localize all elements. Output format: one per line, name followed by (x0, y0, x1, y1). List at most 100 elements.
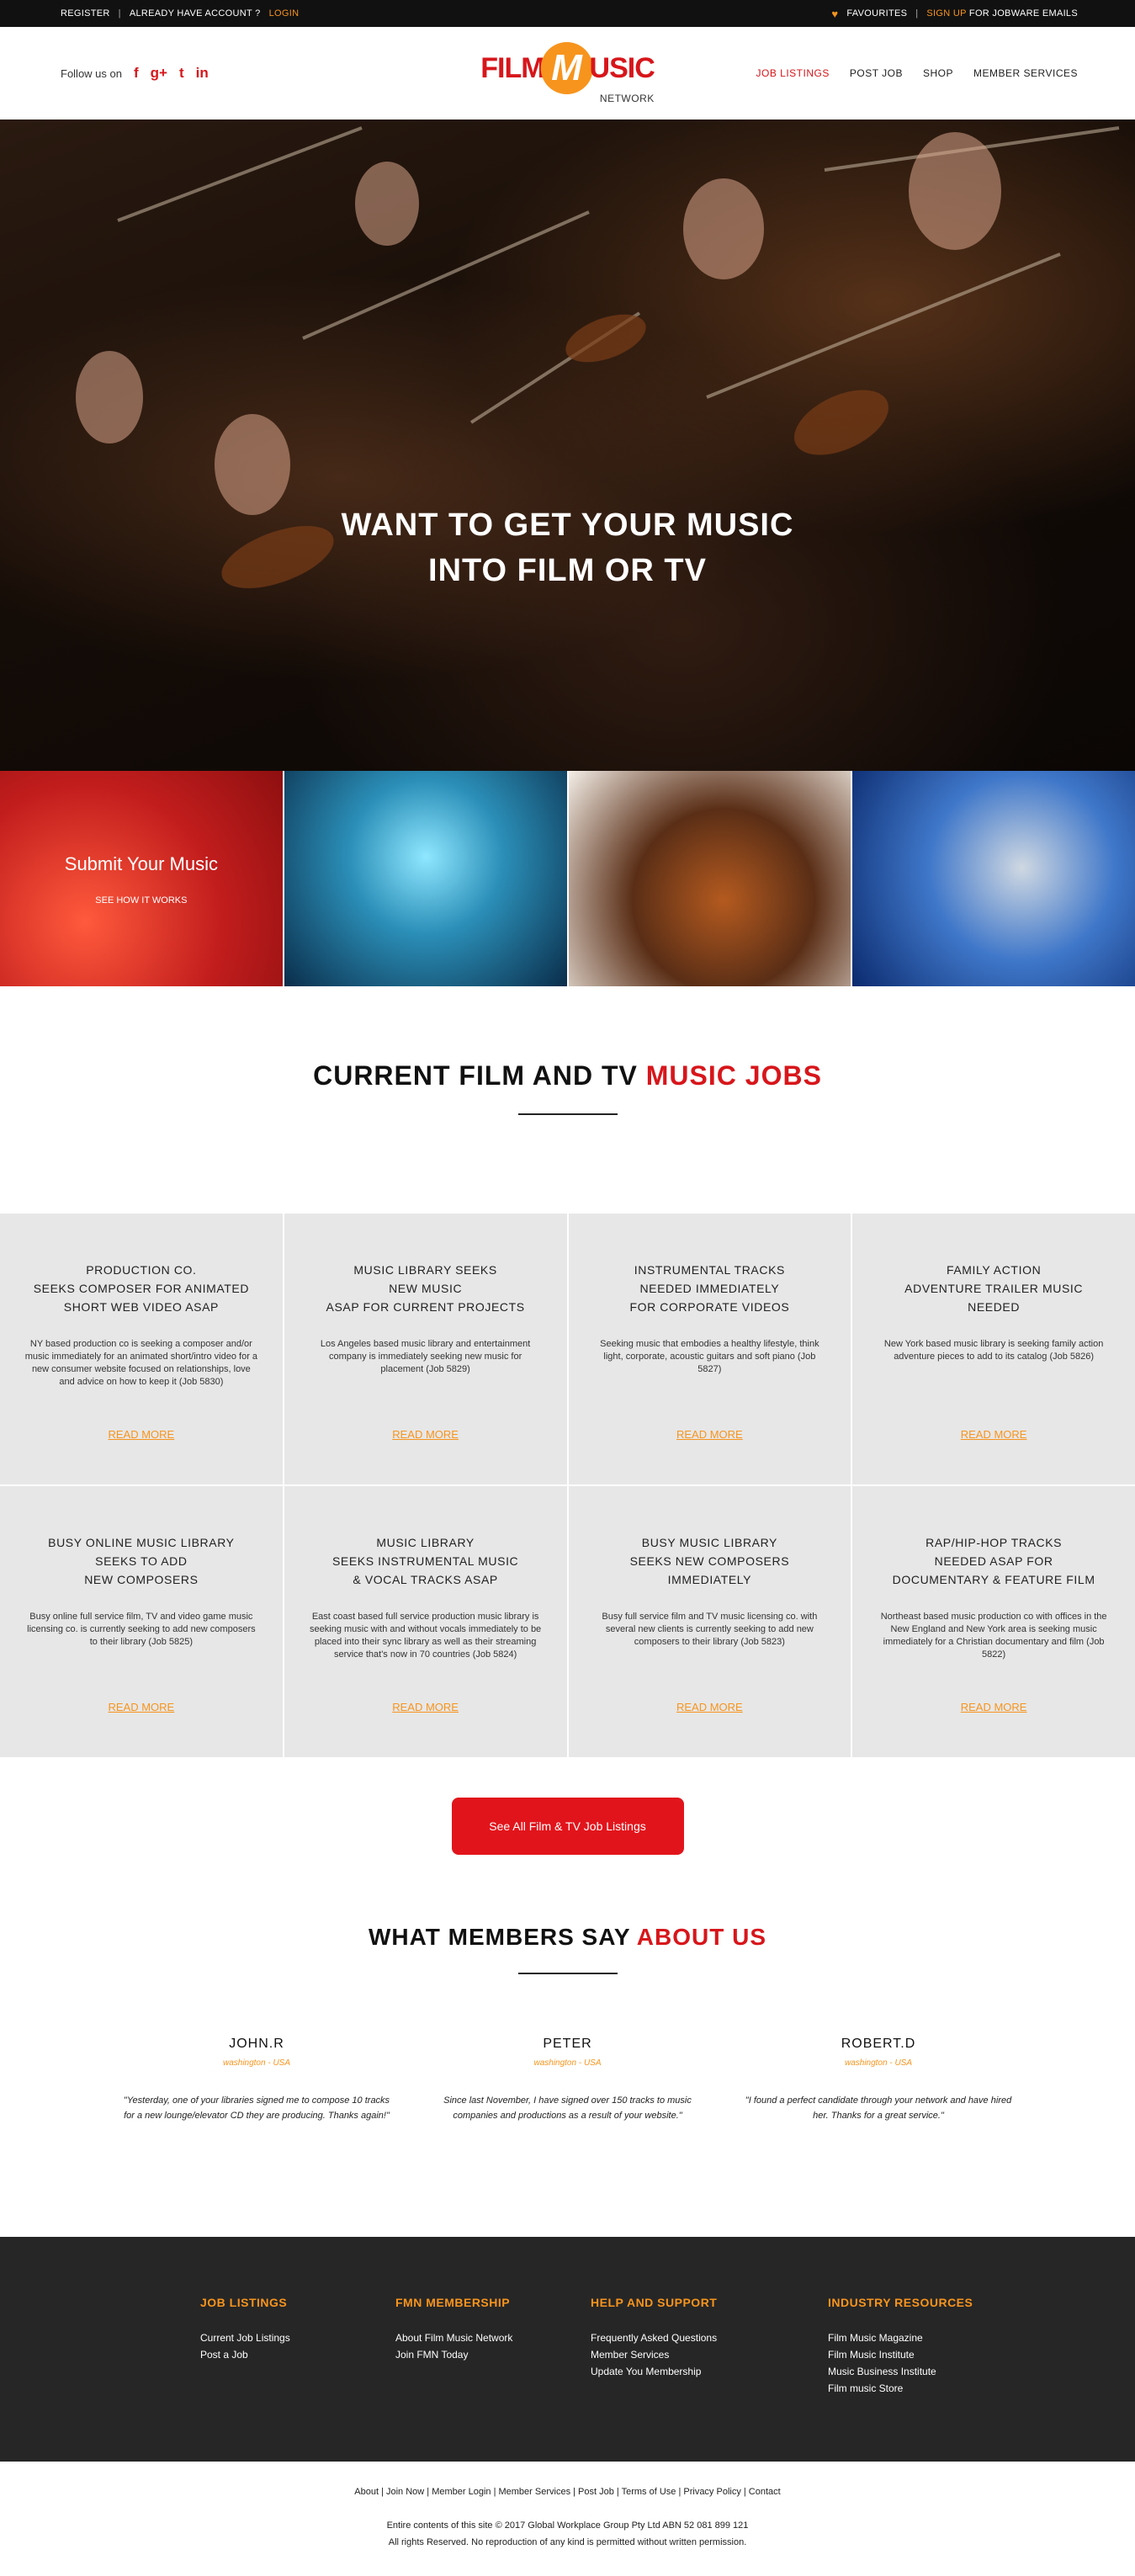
violin-image-tile (568, 771, 853, 986)
hero-banner: WANT TO GET YOUR MUSIC INTO FILM OR TV (0, 120, 1135, 771)
read-more-link[interactable]: READ MORE (569, 1701, 851, 1713)
favourites-link[interactable]: FAVOURITES (846, 8, 907, 19)
jobs-title-a: CURRENT FILM AND TV (313, 1060, 638, 1091)
job-title: BUSY MUSIC LIBRARY SEEKS NEW COMPOSERS I… (629, 1536, 790, 1586)
job-title: MUSIC LIBRARY SEEKS NEW MUSIC ASAP FOR C… (326, 1263, 525, 1314)
top-bar: REGISTER | ALREADY HAVE ACCOUNT ? LOGIN … (0, 0, 1135, 27)
job-card: BUSY ONLINE MUSIC LIBRARY SEEKS TO ADD N… (0, 1486, 283, 1757)
testimonial-location: washington - USA (844, 2058, 913, 2068)
twitter-icon[interactable]: t (179, 65, 184, 82)
heart-icon: ♥ (831, 7, 839, 20)
jobs-title-b: MUSIC JOBS (645, 1060, 822, 1091)
divider: | (915, 8, 919, 19)
bottom-bar: About | Join Now | Member Login | Member… (0, 2462, 1135, 2576)
read-more-link[interactable]: READ MORE (284, 1428, 567, 1441)
job-title: BUSY ONLINE MUSIC LIBRARY SEEKS TO ADD N… (48, 1536, 235, 1586)
jobs-heading: CURRENT FILM AND TV MUSIC JOBS (0, 986, 1135, 1214)
testimonial-name: JOHN.R (229, 2037, 284, 2051)
footer-link[interactable]: Join FMN Today (395, 2346, 591, 2363)
testimonial-name: PETER (543, 2037, 592, 2051)
footer-column-membership: FMN MEMBERSHIP About Film Music Network … (395, 2296, 591, 2462)
violinists-illustration (76, 126, 1120, 588)
footer-link[interactable]: About Film Music Network (395, 2329, 591, 2346)
job-description: Busy online full service film, TV and vi… (27, 1612, 256, 1647)
footer-heading: FMN MEMBERSHIP (395, 2296, 511, 2309)
read-more-link[interactable]: READ MORE (852, 1428, 1135, 1441)
site-header: Follow us on f g+ t in FILM M USIC NETWO… (0, 27, 1135, 120)
see-how-it-works-link[interactable]: SEE HOW IT WORKS (0, 895, 283, 906)
footer-link[interactable]: Member Services (591, 2346, 828, 2363)
nav-post-job[interactable]: POST JOB (850, 67, 903, 79)
footer-link[interactable]: Film Music Institute (828, 2346, 1023, 2363)
login-link[interactable]: LOGIN (269, 8, 300, 19)
testimonial-location: washington - USA (533, 2058, 602, 2068)
testimonials-section: WHAT MEMBERS SAY ABOUT US JOHN.R washing… (0, 1895, 1135, 2237)
title-underline (517, 1113, 618, 1115)
testimonial: JOHN.R washington - USA "Yesterday, one … (118, 2037, 395, 2123)
feature-tiles: Submit Your Music SEE HOW IT WORKS (0, 771, 1135, 986)
job-description: Seeking music that embodies a healthy li… (600, 1339, 819, 1374)
testimonial-location: washington - USA (222, 2058, 291, 2068)
microphone-image-tile (284, 771, 569, 986)
already-account-text: ALREADY HAVE ACCOUNT ? (129, 8, 261, 19)
register-link[interactable]: REGISTER (61, 8, 110, 19)
testimonial: ROBERT.D washington - USA "I found a per… (740, 2037, 1017, 2123)
testimonial: PETER washington - USA Since last Novemb… (429, 2037, 707, 2123)
footer-link[interactable]: Update You Membership (591, 2363, 828, 2380)
job-description: New York based music library is seeking … (883, 1339, 1104, 1362)
signup-suffix: FOR JOBWARE EMAILS (968, 8, 1078, 19)
read-more-link[interactable]: READ MORE (569, 1428, 851, 1441)
job-card: PRODUCTION CO. SEEKS COMPOSER FOR ANIMAT… (0, 1214, 283, 1485)
linkedin-icon[interactable]: in (196, 65, 209, 82)
divider: | (118, 8, 121, 19)
job-title: PRODUCTION CO. SEEKS COMPOSER FOR ANIMAT… (33, 1263, 250, 1314)
bottom-links[interactable]: About | Join Now | Member Login | Member… (0, 2487, 1135, 2497)
nav-shop[interactable]: SHOP (923, 67, 953, 79)
job-card: MUSIC LIBRARY SEEKS INSTRUMENTAL MUSIC &… (284, 1486, 567, 1757)
footer-heading: JOB LISTINGS (200, 2296, 288, 2309)
job-title: MUSIC LIBRARY SEEKS INSTRUMENTAL MUSIC &… (331, 1536, 519, 1586)
footer-link[interactable]: Music Business Institute (828, 2363, 1023, 2380)
footer-link[interactable]: Frequently Asked Questions (591, 2329, 828, 2346)
follow-label: Follow us on (61, 66, 122, 80)
footer-column-resources: INDUSTRY RESOURCES Film Music Magazine F… (828, 2296, 1023, 2462)
hero-title-line1: WANT TO GET YOUR MUSIC (341, 507, 794, 543)
job-grid: PRODUCTION CO. SEEKS COMPOSER FOR ANIMAT… (0, 1214, 1135, 1757)
read-more-link[interactable]: READ MORE (284, 1701, 567, 1713)
facebook-icon[interactable]: f (134, 65, 139, 82)
signup-link[interactable]: SIGN UP (926, 8, 966, 19)
job-card: FAMILY ACTION ADVENTURE TRAILER MUSIC NE… (852, 1214, 1135, 1485)
submit-music-tile[interactable]: Submit Your Music SEE HOW IT WORKS (0, 771, 284, 986)
footer-heading: INDUSTRY RESOURCES (828, 2296, 973, 2309)
hero-title-line2: INTO FILM OR TV (428, 553, 707, 588)
testimonial-quote: "I found a perfect candidate through you… (745, 2095, 1012, 2121)
job-description: NY based production co is seeking a comp… (24, 1339, 258, 1387)
read-more-link[interactable]: READ MORE (0, 1701, 283, 1713)
job-description: Northeast based music production co with… (880, 1612, 1107, 1660)
job-card: BUSY MUSIC LIBRARY SEEKS NEW COMPOSERS I… (568, 1486, 851, 1757)
footer-link[interactable]: Film music Store (828, 2380, 1023, 2397)
copyright-line1: Entire contents of this site © 2017 Glob… (386, 2520, 749, 2531)
read-more-link[interactable]: READ MORE (0, 1428, 283, 1441)
testimonial-quote: "Yesterday, one of your libraries signed… (123, 2095, 390, 2121)
nav-job-listings[interactable]: JOB LISTINGS (756, 67, 830, 79)
job-title: INSTRUMENTAL TRACKS NEEDED IMMEDIATELY F… (629, 1263, 790, 1314)
submit-music-title: Submit Your Music (64, 853, 218, 874)
footer-link[interactable]: Film Music Magazine (828, 2329, 1023, 2346)
footer-link[interactable]: Post a Job (200, 2346, 395, 2363)
job-description: East coast based full service production… (310, 1612, 542, 1660)
site-logo[interactable]: FILM M USIC NETWORK (480, 42, 655, 104)
job-description: Los Angeles based music library and ente… (320, 1339, 531, 1374)
job-card: RAP/HIP-HOP TRACKS NEEDED ASAP FOR DOCUM… (852, 1486, 1135, 1757)
footer-link[interactable]: Current Job Listings (200, 2329, 395, 2346)
job-card: MUSIC LIBRARY SEEKS NEW MUSIC ASAP FOR C… (284, 1214, 567, 1485)
copyright-line2: All rights Reserved. No reproduction of … (388, 2537, 747, 2547)
job-title: RAP/HIP-HOP TRACKS NEEDED ASAP FOR DOCUM… (892, 1536, 1095, 1586)
nav-member-services[interactable]: MEMBER SERVICES (973, 67, 1078, 79)
google-plus-icon[interactable]: g+ (151, 65, 167, 82)
read-more-link[interactable]: READ MORE (852, 1701, 1135, 1713)
main-nav: JOB LISTINGS POST JOB SHOP MEMBER SERVIC… (756, 67, 1079, 79)
testimonial-quote: Since last November, I have signed over … (443, 2095, 692, 2121)
logo-music: USIC (589, 51, 655, 84)
see-all-jobs-button[interactable]: See All Film & TV Job Listings (451, 1798, 684, 1855)
